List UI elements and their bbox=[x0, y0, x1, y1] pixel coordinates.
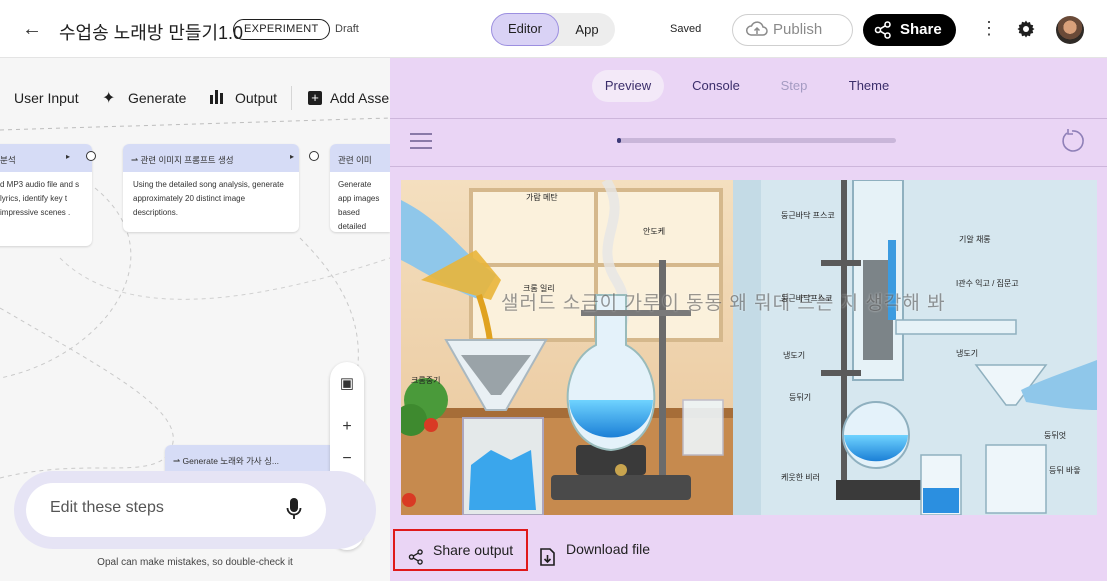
fit-screen-icon[interactable]: ▣ bbox=[330, 374, 364, 392]
more-options-icon[interactable]: ⋮ bbox=[980, 18, 998, 39]
node-body: Generate app images based detailed imag bbox=[338, 180, 380, 231]
flow-node-image-gen[interactable]: 관련 이미 Generate app images based detailed… bbox=[330, 144, 390, 232]
image-label: I관수 익고 / 집문고 bbox=[956, 279, 1019, 288]
progress-bar bbox=[617, 138, 896, 143]
node-title: ⇀ 관련 이미지 프롬프트 생성 bbox=[123, 144, 299, 172]
file-download-icon bbox=[540, 541, 556, 581]
saved-status: Saved bbox=[670, 23, 702, 35]
panel-tabs: Preview Console Step Theme bbox=[390, 58, 1107, 118]
subtitle-overlay: 샐러드 소금이 가루이 동동 왜 뭐데 드는 지 생각해 봐 bbox=[501, 293, 946, 314]
generated-image: 샐러드 소금이 가루이 동동 왜 뭐데 드는 지 생각해 봐 가람 메탄 안도케… bbox=[401, 180, 1097, 515]
node-port[interactable] bbox=[86, 151, 96, 161]
toolbar-generate[interactable]: Generate bbox=[128, 90, 186, 106]
toolbar-output[interactable]: Output bbox=[235, 90, 277, 106]
sparkle-icon: ✦ bbox=[102, 90, 116, 107]
user-avatar[interactable] bbox=[1056, 16, 1084, 44]
share-output-label: Share output bbox=[433, 542, 514, 558]
share-button[interactable]: Share bbox=[863, 14, 956, 46]
zoom-in-icon[interactable]: + bbox=[330, 418, 364, 436]
image-label: 둥근바닥 프스코 bbox=[781, 211, 835, 220]
publish-button[interactable]: Publish bbox=[732, 14, 853, 46]
image-label: 크롬 일리 bbox=[523, 284, 555, 293]
node-body: Using the detailed song analysis, genera… bbox=[133, 180, 284, 217]
tab-preview[interactable]: Preview bbox=[592, 70, 664, 102]
toolbar-divider bbox=[291, 86, 292, 110]
download-file-label: Download file bbox=[566, 541, 651, 557]
disclaimer: Opal can make mistakes, so double-check … bbox=[97, 557, 293, 568]
toolbar-add-asset[interactable]: Add Asse bbox=[330, 90, 389, 106]
output-actions: Share output Download file bbox=[390, 528, 1107, 578]
image-label: 크롬중기 bbox=[411, 376, 441, 385]
experiment-badge: EXPERIMENT bbox=[233, 19, 330, 40]
image-label: 등뒤기 bbox=[789, 393, 812, 402]
node-title: ⇀ Generate 노래와 가사 싱... bbox=[165, 445, 330, 473]
node-port[interactable] bbox=[309, 151, 319, 161]
bar-chart-icon bbox=[210, 90, 223, 107]
node-title: 관련 이미 bbox=[330, 144, 390, 172]
draft-status: Draft bbox=[335, 23, 359, 35]
toolbar-user-input[interactable]: User Input bbox=[14, 90, 79, 106]
preview-panel: Preview Console Step Theme 샐러드 소금이 가루이 동… bbox=[390, 58, 1107, 581]
image-label: 냉도기 bbox=[783, 351, 806, 360]
share-label: Share bbox=[900, 21, 942, 38]
edit-steps-box: Edit these steps bbox=[14, 471, 376, 549]
tab-console[interactable]: Console bbox=[680, 70, 752, 102]
flow-node-analysis[interactable]: 분석 d MP3 audio file and s lyrics, identi… bbox=[0, 144, 92, 246]
flow-node-image-prompt[interactable]: ⇀ 관련 이미지 프롬프트 생성 Using the detailed song… bbox=[123, 144, 299, 232]
node-title: 분석 bbox=[0, 144, 92, 172]
cloud-upload-icon bbox=[746, 15, 768, 56]
gear-icon[interactable] bbox=[1016, 19, 1036, 44]
divider bbox=[390, 166, 1107, 167]
editor-mode-button[interactable]: Editor bbox=[491, 13, 559, 46]
chevron-right-icon: ▸ bbox=[290, 152, 295, 161]
node-title-text: Generate 노래와 가사 싱... bbox=[182, 456, 280, 466]
share-icon bbox=[873, 20, 893, 52]
menu-icon[interactable] bbox=[410, 133, 432, 154]
image-label: 가람 메탄 bbox=[526, 193, 558, 202]
share-output-button[interactable]: Share output bbox=[393, 529, 528, 571]
image-label: 기알 채롱 bbox=[959, 235, 991, 244]
image-label: 케웃한 비러 bbox=[781, 473, 821, 482]
publish-label: Publish bbox=[773, 21, 823, 38]
chemistry-illustration bbox=[401, 180, 1097, 515]
edit-steps-input[interactable]: Edit these steps bbox=[26, 483, 326, 537]
node-body: d MP3 audio file and s lyrics, identify … bbox=[0, 180, 80, 217]
image-label: 냉도기 bbox=[956, 349, 979, 358]
node-title-text: 관련 이미지 프롬프트 생성 bbox=[140, 155, 234, 165]
project-title[interactable]: 수업송 노래방 만들기1.0 bbox=[59, 19, 243, 45]
node-toolbar: User Input ✦ Generate Output + Add Asse bbox=[0, 80, 390, 116]
image-label: 둥뒤엇 bbox=[1044, 431, 1067, 440]
tab-theme[interactable]: Theme bbox=[836, 70, 902, 102]
divider bbox=[390, 118, 1107, 119]
mode-switch: Editor App bbox=[491, 13, 615, 46]
app-mode-button[interactable]: App bbox=[559, 13, 615, 46]
microphone-icon[interactable] bbox=[286, 497, 302, 526]
image-label: 안도케 bbox=[643, 227, 666, 236]
back-arrow-icon[interactable]: ← bbox=[22, 18, 42, 41]
zoom-out-icon[interactable]: − bbox=[330, 450, 364, 468]
top-bar: ← 수업송 노래방 만들기1.0 EXPERIMENT Draft Editor… bbox=[0, 0, 1107, 58]
progress-fill bbox=[617, 138, 621, 143]
share-icon bbox=[407, 542, 425, 580]
image-label: 등뒤 바읗 bbox=[1049, 466, 1081, 475]
image-label: 둥근바닥프스코 bbox=[781, 294, 833, 303]
tab-step[interactable]: Step bbox=[764, 70, 824, 102]
restart-icon[interactable] bbox=[1059, 128, 1085, 159]
chevron-right-icon: ▸ bbox=[66, 152, 71, 161]
add-asset-icon: + bbox=[308, 91, 322, 105]
